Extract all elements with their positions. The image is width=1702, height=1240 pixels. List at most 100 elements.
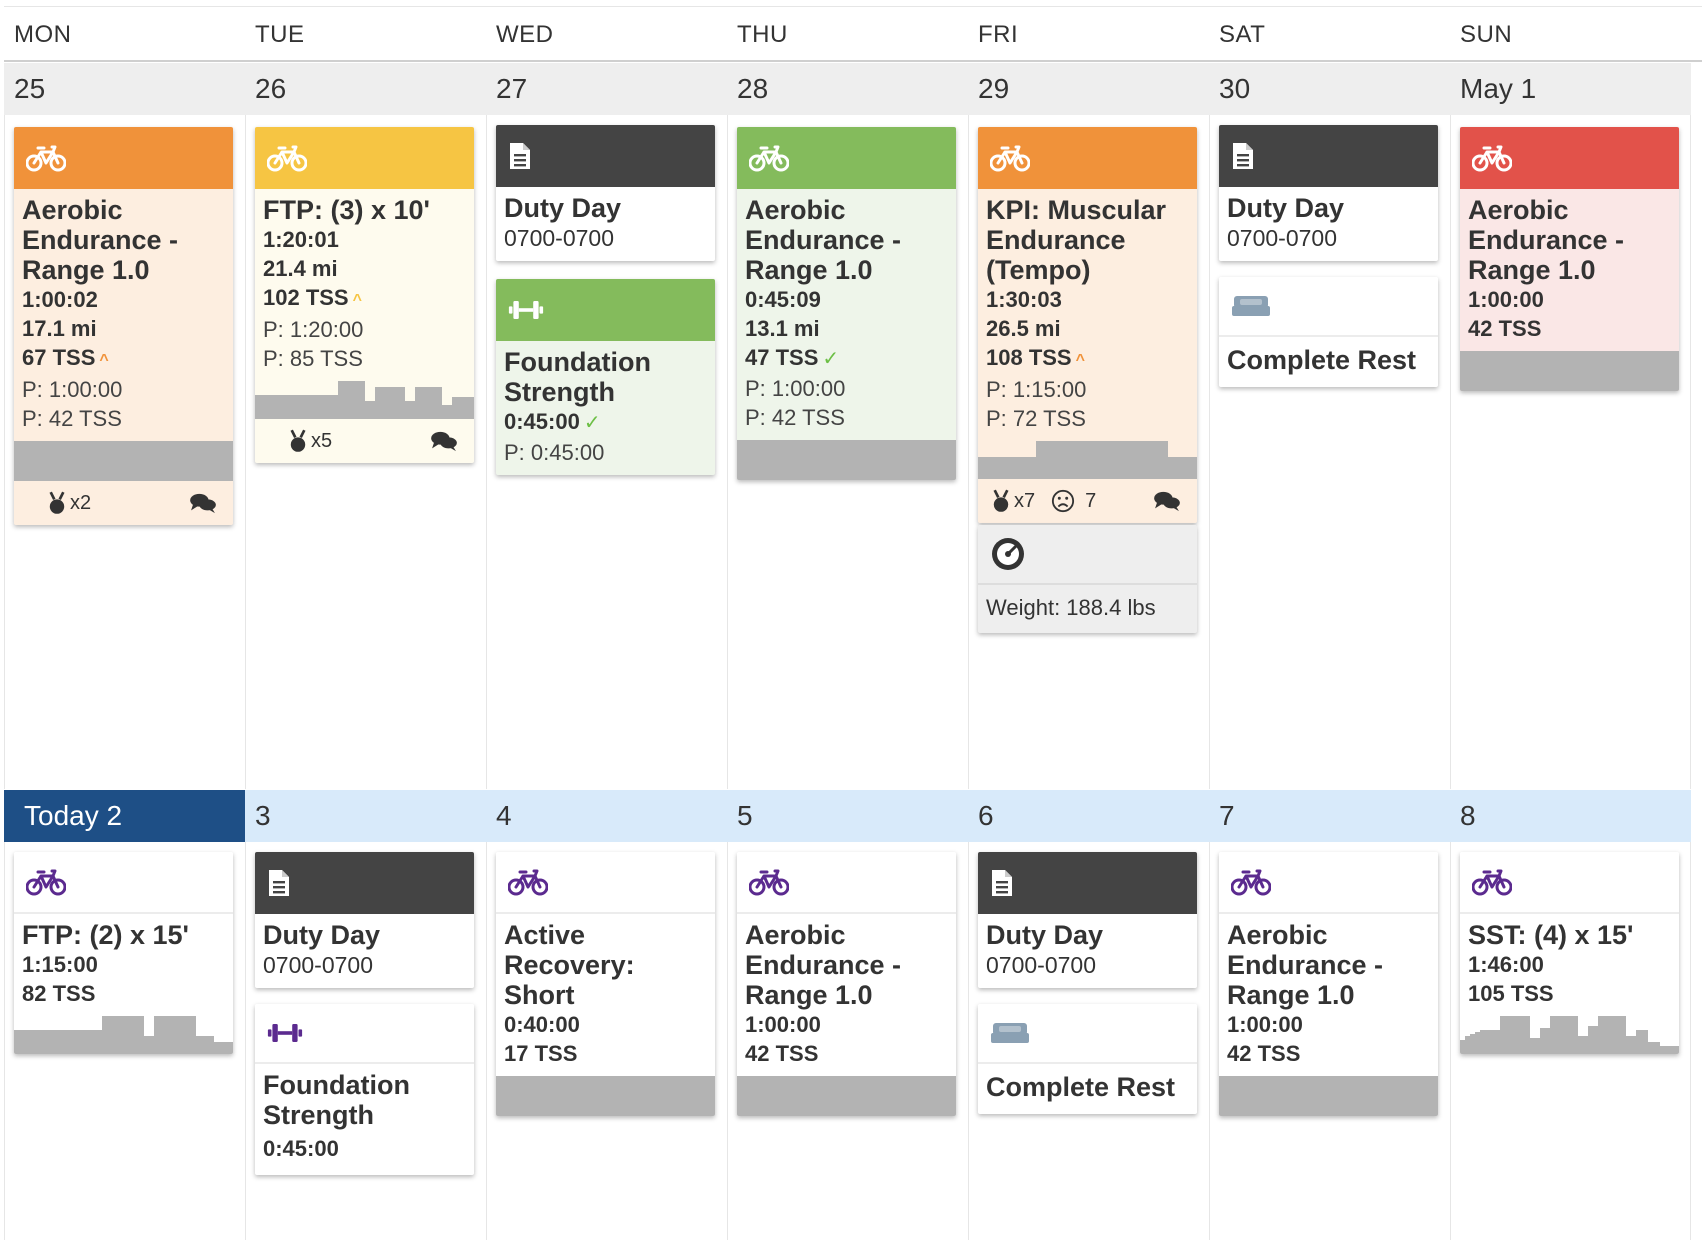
planned-duration: P: 1:00:00 [22,377,123,402]
note-title: Duty Day [986,920,1104,950]
planned-tss: P: 42 TSS [22,406,122,431]
workout-card[interactable]: Foundation Strength 0:45:00 ✓ P: 0:45:00 [496,279,715,475]
day-cell-sun[interactable]: Aerobic Endurance - Range 1.0 1:00:00 42… [1450,115,1691,789]
medal-icon [992,489,1010,513]
check-icon: ✓ [583,412,601,434]
rest-card[interactable]: Complete Rest [1219,277,1438,387]
planned-duration: P: 1:15:00 [986,377,1087,402]
date-label[interactable]: 5 [727,790,968,842]
workout-title: Aerobic Endurance - Range 1.0 [745,920,902,1010]
workout-card[interactable]: Aerobic Endurance - Range 1.0 1:00:02 17… [14,127,233,525]
day-cell-wed[interactable]: Active Recovery: Short 0:40:00 17 TSS [486,842,727,1240]
day-cell-fri[interactable]: Duty Day 0700-0700 Complete Rest [968,842,1209,1240]
medals[interactable]: x5 [289,429,332,453]
workout-card[interactable]: Aerobic Endurance - Range 1.0 1:00:00 42… [1219,852,1438,1116]
bike-icon [749,868,789,896]
metric-card[interactable]: Weight: 188.4 lbs [978,525,1197,633]
workout-title: FTP: (3) x 10' [263,195,430,225]
day-cell-tue[interactable]: FTP: (3) x 10' 1:20:01 21.4 mi 102 TSS ^ … [245,115,486,789]
workout-profile [496,1076,715,1116]
today-label[interactable]: Today 2 [4,790,245,842]
workout-tss: 102 TSS [263,285,349,310]
medals[interactable]: x7 [992,489,1035,513]
weekday-sun: SUN [1460,21,1513,48]
workout-card-header [737,852,956,914]
medal-count: x7 [1014,489,1036,512]
workout-card[interactable]: SST: (4) x 15' 1:46:00 105 TSS [1460,852,1679,1054]
feeling-rating[interactable]: 7 [1051,489,1096,513]
note-title: Duty Day [263,920,381,950]
date-label[interactable]: 26 [245,63,486,115]
comments-icon[interactable] [430,430,458,452]
note-card[interactable]: Duty Day 0700-0700 [978,852,1197,988]
workout-title: FTP: (2) x 15' [22,920,189,950]
workout-duration: 1:20:01 [263,227,339,252]
bike-icon [267,144,307,172]
rest-card[interactable]: Complete Rest [978,1004,1197,1114]
planned-duration: P: 1:20:00 [263,317,364,342]
date-label[interactable]: 3 [245,790,486,842]
medals[interactable]: x2 [48,491,91,515]
workout-distance: 21.4 mi [263,256,338,281]
day-cell-mon[interactable]: Aerobic Endurance - Range 1.0 1:00:02 17… [4,115,245,789]
weekday-sat: SAT [1219,21,1266,48]
workout-card[interactable]: Aerobic Endurance - Range 1.0 1:00:00 42… [1460,127,1679,391]
date-label[interactable]: 29 [968,63,1209,115]
workout-profile [14,1016,233,1054]
date-label[interactable]: 25 [4,63,245,115]
date-label[interactable]: 6 [968,790,1209,842]
feeling-value: 7 [1085,489,1097,512]
date-label[interactable]: 4 [486,790,727,842]
date-label[interactable]: 7 [1209,790,1450,842]
day-cell-wed[interactable]: Duty Day 0700-0700 Foundation Strength 0… [486,115,727,789]
comments-icon[interactable] [189,492,217,514]
workout-title: Aerobic Endurance - Range 1.0 [1227,920,1384,1010]
day-cell-thu[interactable]: Aerobic Endurance - Range 1.0 0:45:09 13… [727,115,968,789]
bike-icon [1231,868,1271,896]
calendar: MON TUE WED THU FRI SAT SUN 25 26 27 28 … [0,0,1702,1240]
gauge-icon [990,536,1026,572]
workout-card[interactable]: Active Recovery: Short 0:40:00 17 TSS [496,852,715,1116]
date-label[interactable]: May 1 [1450,63,1691,115]
planned-tss: 82 TSS [22,981,96,1006]
date-label[interactable]: 8 [1450,790,1691,842]
day-cell-sat[interactable]: Duty Day 0700-0700 Complete Rest [1209,115,1450,789]
day-cell-fri[interactable]: KPI: Muscular Endurance (Tempo) 1:30:03 … [968,115,1209,789]
note-card[interactable]: Duty Day 0700-0700 [255,852,474,988]
note-card[interactable]: Duty Day 0700-0700 [1219,125,1438,261]
weekday-thu: THU [737,21,788,48]
workout-title: Aerobic Endurance - Range 1.0 [1468,195,1625,285]
day-cell-sun[interactable]: SST: (4) x 15' 1:46:00 105 TSS [1450,842,1691,1240]
day-cell-thu[interactable]: Aerobic Endurance - Range 1.0 1:00:00 42… [727,842,968,1240]
day-cell-sat[interactable]: Aerobic Endurance - Range 1.0 1:00:00 42… [1209,842,1450,1240]
bike-icon [508,868,548,896]
date-label[interactable]: 30 [1209,63,1450,115]
workout-card[interactable]: KPI: Muscular Endurance (Tempo) 1:30:03 … [978,127,1197,523]
dumbbell-icon [508,299,544,321]
note-card[interactable]: Duty Day 0700-0700 [496,125,715,261]
rest-card-header [978,1004,1197,1064]
date-label[interactable]: 28 [727,63,968,115]
comments-icon[interactable] [1153,490,1181,512]
planned-duration: P: 0:45:00 [504,440,605,465]
bike-icon [749,144,789,172]
planned-duration: 1:00:00 [1227,1012,1303,1037]
workout-card[interactable]: FTP: (3) x 10' 1:20:01 21.4 mi 102 TSS ^ … [255,127,474,463]
workout-title: KPI: Muscular Endurance (Tempo) [986,195,1167,285]
workout-card-header [1219,852,1438,914]
workout-card[interactable]: Foundation Strength 0:45:00 [255,1004,474,1175]
workout-profile [737,440,956,480]
workout-title: Foundation Strength [504,347,651,407]
workout-card[interactable]: FTP: (2) x 15' 1:15:00 82 TSS [14,852,233,1054]
workout-card[interactable]: Aerobic Endurance - Range 1.0 0:45:09 13… [737,127,956,480]
workout-title: Aerobic Endurance - Range 1.0 [22,195,179,285]
medal-count: x5 [311,429,333,452]
day-cell-tue[interactable]: Duty Day 0700-0700 Foundation Strength 0… [245,842,486,1240]
planned-tss: 17 TSS [504,1041,578,1066]
rest-title: Complete Rest [986,1072,1176,1102]
day-cell-mon[interactable]: FTP: (2) x 15' 1:15:00 82 TSS [4,842,245,1240]
date-label[interactable]: 27 [486,63,727,115]
workout-card[interactable]: Aerobic Endurance - Range 1.0 1:00:00 42… [737,852,956,1116]
document-icon [508,141,532,171]
note-card-header [1219,125,1438,187]
